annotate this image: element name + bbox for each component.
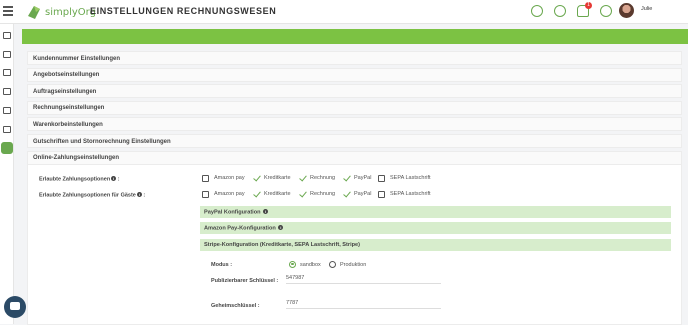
logo[interactable]: simplyOrg: [26, 3, 96, 21]
radio-sandbox-label[interactable]: sandbox: [300, 262, 321, 268]
bell-icon[interactable]: 1: [577, 2, 592, 17]
checkbox-unchecked[interactable]: [378, 174, 385, 182]
option-paypal[interactable]: PayPal: [343, 175, 371, 182]
notification-badge: 1: [585, 2, 592, 9]
chat-widget-icon[interactable]: [4, 296, 26, 318]
guest-option-amazon-pay[interactable]: Amazon pay: [202, 190, 245, 198]
header-banner: [22, 29, 688, 44]
avatar[interactable]: [619, 3, 634, 18]
checkbox-unchecked[interactable]: [378, 190, 385, 198]
guest-option-kreditkarte[interactable]: Kreditkarte: [253, 191, 291, 198]
logo-mark-icon: [26, 4, 42, 20]
menu-icon[interactable]: [3, 6, 13, 16]
check-icon[interactable]: [299, 175, 307, 182]
public-key-input[interactable]: 547987: [286, 275, 441, 284]
checkbox-unchecked[interactable]: [202, 190, 209, 198]
section-rechnung[interactable]: Rechnungseinstellungen: [27, 100, 682, 115]
lightbulb-icon[interactable]: [531, 5, 543, 17]
info-icon[interactable]: i: [136, 191, 142, 197]
help-icon[interactable]: [600, 5, 612, 17]
option-kreditkarte[interactable]: Kreditkarte: [253, 175, 291, 182]
radio-produktion[interactable]: [329, 260, 336, 268]
info-icon[interactable]: i: [278, 224, 284, 230]
top-bar: simplyOrg EINSTELLUNGEN RECHNUNGSWESEN 1…: [0, 0, 688, 24]
option-rechnung[interactable]: Rechnung: [299, 175, 335, 182]
logo-text: simplyOrg: [45, 6, 96, 18]
dashboard-icon[interactable]: [3, 32, 11, 39]
billing-icon[interactable]: [1, 142, 13, 154]
sidebar: [0, 24, 14, 324]
settings-content: Kundennummer Einstellungen Angebotseinst…: [27, 51, 682, 325]
section-angebot[interactable]: Angebotseinstellungen: [27, 67, 682, 82]
secret-key-label: Geheimschlüssel :: [211, 302, 260, 309]
building-icon[interactable]: [3, 69, 11, 76]
guest-option-sepa[interactable]: SEPA Lastschrift: [378, 190, 431, 198]
check-icon[interactable]: [253, 175, 261, 182]
mode-label: Modus :: [211, 261, 233, 268]
check-circle-icon[interactable]: [554, 5, 566, 17]
calendar-icon[interactable]: [3, 88, 11, 95]
check-icon[interactable]: [343, 191, 351, 198]
option-amazon-pay[interactable]: Amazon pay: [202, 174, 245, 182]
checkbox-unchecked[interactable]: [202, 174, 209, 182]
section-online-zahlung[interactable]: Online-Zahlungseinstellungen: [27, 150, 682, 165]
page-title: EINSTELLUNGEN RECHNUNGSWESEN: [90, 6, 277, 16]
user-name[interactable]: Julie: [641, 6, 652, 12]
guest-options-label: Erlaubte Zahlungsoptionen für Gäste: [39, 192, 136, 199]
megaphone-icon[interactable]: [3, 107, 11, 114]
option-sepa[interactable]: SEPA Lastschrift: [378, 174, 431, 182]
allowed-options-row: Erlaubte Zahlungsoptionen i : Amazon pay …: [39, 174, 431, 183]
check-icon[interactable]: [343, 175, 351, 182]
paypal-config-header[interactable]: PayPal Konfiguration i: [200, 205, 671, 218]
book-icon[interactable]: [3, 51, 11, 58]
radio-produktion-label[interactable]: Produktion: [340, 262, 366, 268]
amazon-config-header[interactable]: Amazon Pay-Konfiguration i: [200, 221, 671, 234]
info-icon[interactable]: i: [111, 175, 117, 181]
guest-option-rechnung[interactable]: Rechnung: [299, 191, 335, 198]
radio-sandbox[interactable]: [289, 260, 296, 268]
guest-option-paypal[interactable]: PayPal: [343, 191, 371, 198]
secret-key-input[interactable]: 7787: [286, 300, 441, 309]
guest-options-row: Erlaubte Zahlungsoptionen für Gäste i : A…: [39, 190, 431, 199]
check-icon[interactable]: [253, 191, 261, 198]
section-auftrag[interactable]: Auftragseinstellungen: [27, 84, 682, 99]
info-icon[interactable]: i: [263, 208, 269, 214]
stripe-config-header[interactable]: Stripe-Konfiguration (Kreditkarte, SEPA …: [200, 238, 671, 251]
allowed-options-label: Erlaubte Zahlungsoptionen: [39, 176, 111, 183]
check-icon[interactable]: [299, 191, 307, 198]
online-payment-panel: Erlaubte Zahlungsoptionen i : Amazon pay …: [27, 164, 682, 325]
public-key-label: Publizierbarer Schlüssel :: [211, 277, 279, 284]
section-warenkorb[interactable]: Warenkorbeinstellungen: [27, 117, 682, 132]
section-gutschriften[interactable]: Gutschriften und Stornorechnung Einstell…: [27, 133, 682, 148]
table-icon[interactable]: [3, 126, 11, 133]
section-kundennummer[interactable]: Kundennummer Einstellungen: [27, 51, 682, 65]
